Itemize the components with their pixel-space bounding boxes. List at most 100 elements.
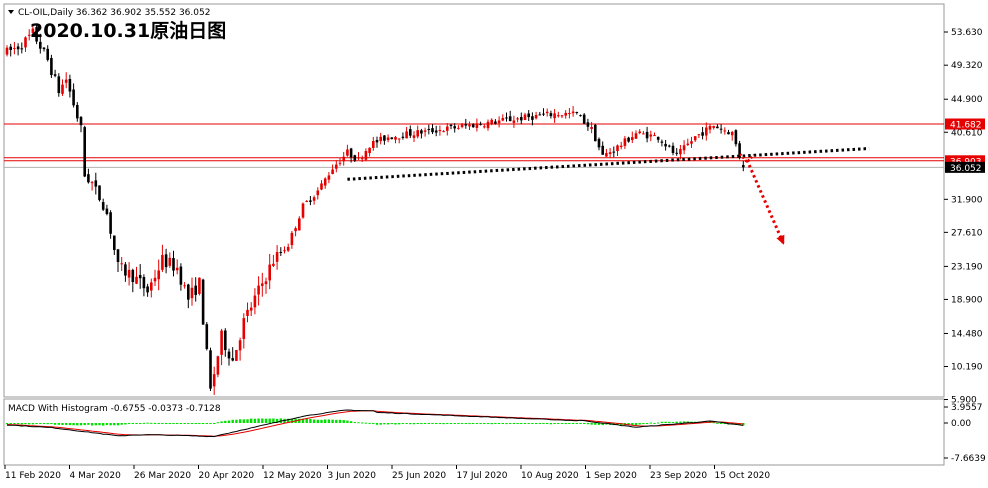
macd-histogram-bar (464, 423, 467, 424)
candle-body (716, 126, 719, 129)
candle-body (238, 340, 242, 351)
candle-body (127, 269, 131, 278)
macd-histogram-bar (449, 423, 453, 424)
price-tick-label: 14.480 (951, 329, 983, 339)
candle-body (653, 135, 656, 137)
candle-body (516, 118, 519, 120)
candle-body (523, 114, 527, 120)
time-tick-label: 25 Jun 2020 (392, 471, 446, 481)
macd-histogram-bar (116, 423, 120, 426)
macd-histogram-bar (668, 421, 671, 423)
macd-histogram-bar (497, 423, 501, 424)
candle-body (553, 113, 556, 119)
macd-histogram-bar (534, 423, 538, 424)
macd-histogram-bar (231, 419, 234, 423)
macd-histogram-bar (594, 423, 597, 425)
macd-histogram-bar (564, 423, 567, 425)
macd-histogram-bar (435, 423, 438, 424)
candle-body (9, 46, 12, 50)
candle-body (627, 137, 630, 142)
candle-body (142, 277, 146, 289)
candle-body (531, 116, 534, 120)
macd-histogram-bar (79, 423, 83, 426)
candle-body (582, 114, 586, 124)
macd-histogram-bar (642, 423, 645, 424)
candle-body (98, 185, 101, 201)
macd-histogram-bar (46, 423, 49, 425)
macd-histogram-bar (142, 422, 146, 424)
macd-histogram-bar (457, 423, 460, 424)
candle-body (331, 169, 334, 175)
candle-body (320, 183, 323, 190)
macd-histogram-bar (39, 423, 42, 425)
macd-histogram-bar (16, 423, 20, 424)
macd-histogram-bar (68, 423, 72, 426)
candle-body (116, 249, 120, 263)
macd-histogram-bar (42, 423, 46, 425)
macd-histogram-bar (131, 423, 134, 424)
candle-body (409, 129, 412, 136)
candle-body (194, 285, 197, 295)
candle-body (386, 137, 390, 141)
macd-histogram-bar (31, 423, 35, 425)
candle-body (50, 57, 53, 76)
candle-body (305, 201, 308, 203)
candle-body (335, 164, 338, 169)
macd-histogram-bar (416, 423, 419, 424)
macd-histogram-bar (242, 419, 245, 423)
candle-body (190, 287, 194, 299)
price-tick-label: 53.630 (951, 28, 983, 38)
candle-body (542, 113, 545, 115)
macd-histogram-bar (246, 419, 249, 423)
candle-body (505, 117, 508, 119)
macd-histogram-bar (531, 423, 534, 424)
macd-histogram-bar (546, 423, 549, 424)
macd-histogram-bar (372, 422, 375, 424)
candle-body (446, 126, 449, 131)
candle-body (708, 125, 712, 130)
candle-body (390, 137, 394, 140)
candle-body (619, 145, 623, 147)
time-tick-label: 12 May 2020 (263, 471, 322, 481)
macd-histogram-bar (327, 419, 331, 423)
candle-body (338, 162, 342, 164)
macd-histogram-bar (209, 423, 212, 424)
macd-histogram-bar (338, 419, 342, 423)
macd-histogram-bar (475, 423, 479, 424)
candle-body (705, 127, 708, 136)
candle-body (564, 112, 567, 116)
macd-histogram-bar (409, 423, 412, 425)
candle-body (323, 178, 327, 186)
macd-histogram-bar (383, 423, 386, 425)
macd-histogram-bar (257, 418, 260, 423)
macd-histogram-bar (72, 423, 75, 426)
macd-histogram-bar (316, 419, 319, 423)
candle-body (268, 264, 271, 281)
candle-body (253, 295, 257, 308)
macd-histogram-bar (335, 419, 338, 423)
candle-body (383, 135, 386, 141)
price-tick-label: 44.900 (951, 95, 983, 105)
candle-body (24, 37, 27, 48)
macd-histogram-bar (135, 423, 138, 424)
candle-body (235, 349, 238, 361)
candle-body (42, 47, 46, 50)
candle-body (212, 374, 216, 387)
macd-histogram-bar (583, 423, 586, 424)
macd-histogram-bar (423, 423, 427, 424)
candle-body (397, 138, 401, 140)
candle-body (209, 350, 212, 389)
candle-body (412, 135, 416, 138)
macd-histogram-bar (483, 423, 486, 424)
macd-histogram-bar (405, 423, 408, 424)
macd-tick-label: 3.9557 (951, 403, 983, 413)
macd-histogram-bar (512, 423, 516, 424)
macd-histogram-bar (183, 423, 186, 424)
macd-histogram-bar (157, 422, 160, 424)
macd-histogram-bar (427, 423, 430, 424)
time-tick-label: 23 Sep 2020 (650, 471, 707, 481)
macd-histogram-bar (394, 423, 397, 425)
candle-body (723, 130, 727, 132)
candle-body (135, 276, 138, 284)
macd-histogram-bar (213, 423, 216, 424)
